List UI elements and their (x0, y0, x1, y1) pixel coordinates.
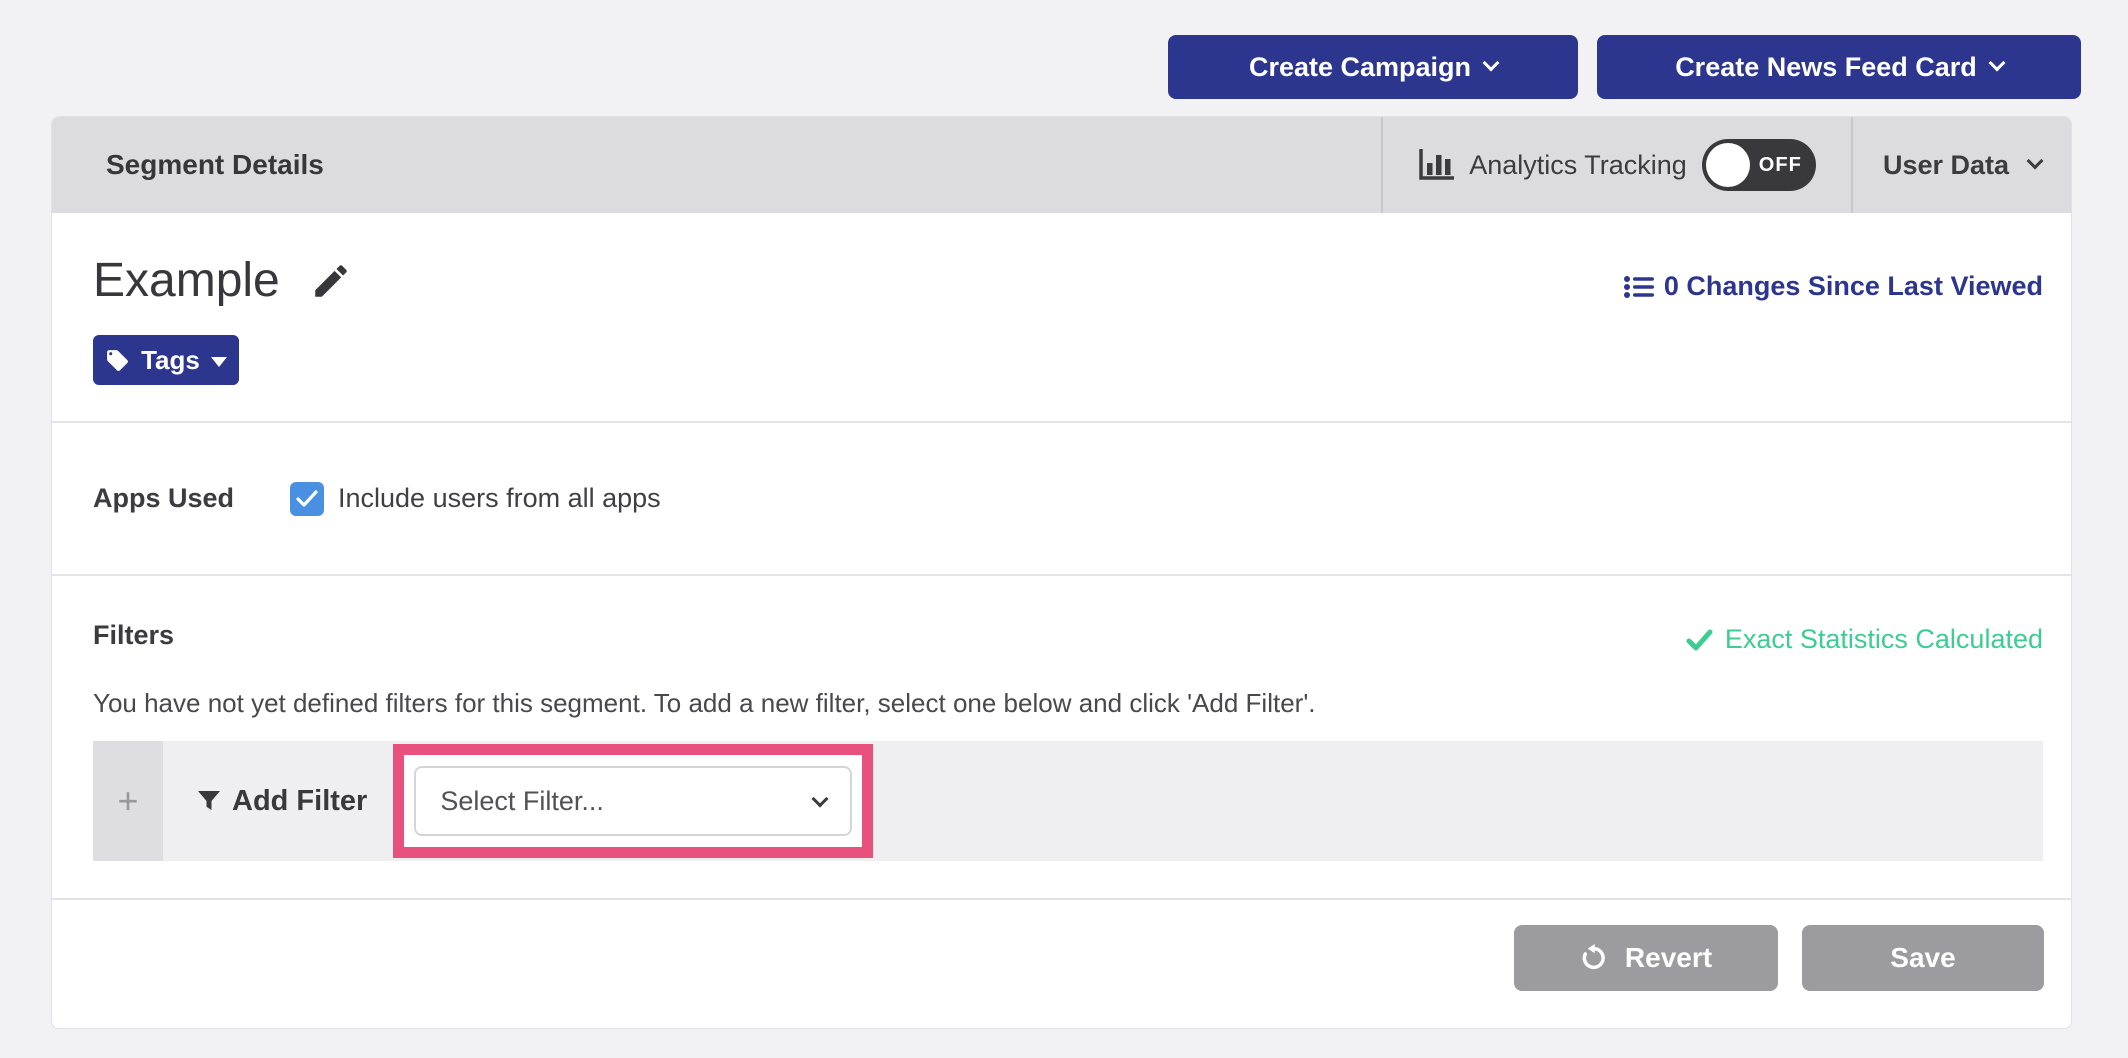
exact-statistics-status: Exact Statistics Calculated (1686, 624, 2043, 655)
analytics-tracking-control[interactable]: Analytics Tracking OFF (1381, 117, 1851, 213)
revert-icon (1580, 943, 1610, 973)
create-campaign-label: Create Campaign (1249, 52, 1471, 83)
apps-used-label: Apps Used (93, 483, 290, 514)
user-data-label: User Data (1883, 150, 2009, 181)
tag-icon (105, 348, 130, 373)
tags-button[interactable]: Tags (93, 335, 239, 385)
add-filter-label-group: Add Filter (197, 785, 367, 818)
card-header: Segment Details Analytics Tracking OFF U… (52, 117, 2071, 213)
segment-details-card: Segment Details Analytics Tracking OFF U… (51, 116, 2072, 1029)
check-icon (1686, 629, 1713, 651)
select-filter-dropdown[interactable]: Select Filter... (414, 766, 852, 836)
analytics-toggle[interactable]: OFF (1702, 139, 1816, 191)
exact-statistics-label: Exact Statistics Calculated (1725, 624, 2043, 655)
toggle-state-label: OFF (1759, 154, 1802, 177)
analytics-tracking-label: Analytics Tracking (1469, 150, 1687, 181)
include-all-apps-checkbox[interactable] (290, 482, 324, 516)
filters-empty-message: You have not yet defined filters for thi… (93, 688, 1316, 719)
funnel-icon (197, 789, 221, 813)
tags-button-label: Tags (141, 345, 200, 376)
pencil-icon (310, 260, 352, 302)
create-news-feed-card-button[interactable]: Create News Feed Card (1597, 35, 2081, 99)
revert-button[interactable]: Revert (1514, 925, 1778, 991)
bar-chart-icon (1418, 149, 1454, 181)
check-icon (296, 490, 318, 508)
save-label: Save (1890, 942, 1955, 974)
segment-title-section: Example 0 Changes Since Last Viewed (52, 213, 2071, 421)
toggle-knob (1706, 143, 1750, 187)
plus-icon: + (117, 780, 138, 822)
chevron-down-icon (1483, 55, 1500, 72)
save-button[interactable]: Save (1802, 925, 2044, 991)
create-news-feed-label: Create News Feed Card (1675, 52, 1977, 83)
chevron-down-icon (2027, 153, 2044, 170)
changes-link-label: 0 Changes Since Last Viewed (1664, 271, 2043, 302)
select-filter-placeholder: Select Filter... (440, 786, 814, 817)
chevron-down-icon (1988, 55, 2005, 72)
filters-section: Filters Exact Statistics Calculated You … (52, 574, 2071, 898)
caret-down-icon (211, 357, 227, 367)
add-filter-group-button[interactable]: + (93, 741, 163, 861)
apps-used-section: Apps Used Include users from all apps (52, 421, 2071, 574)
chevron-down-icon (812, 791, 829, 808)
add-filter-row: + Add Filter Select Filter... (93, 741, 2043, 861)
user-data-dropdown[interactable]: User Data (1851, 117, 2071, 213)
changes-since-last-viewed-link[interactable]: 0 Changes Since Last Viewed (1624, 271, 2043, 302)
list-icon (1624, 275, 1654, 299)
create-campaign-button[interactable]: Create Campaign (1168, 35, 1578, 99)
revert-label: Revert (1625, 942, 1712, 974)
page-title: Segment Details (52, 117, 1381, 213)
filters-heading: Filters (93, 620, 174, 651)
segment-name: Example (93, 253, 280, 308)
highlight-annotation-box: Select Filter... (393, 744, 873, 858)
include-all-apps-label[interactable]: Include users from all apps (338, 483, 661, 514)
add-filter-label: Add Filter (232, 785, 367, 818)
card-footer: Revert Save (52, 898, 2071, 1029)
edit-name-button[interactable] (310, 260, 352, 302)
